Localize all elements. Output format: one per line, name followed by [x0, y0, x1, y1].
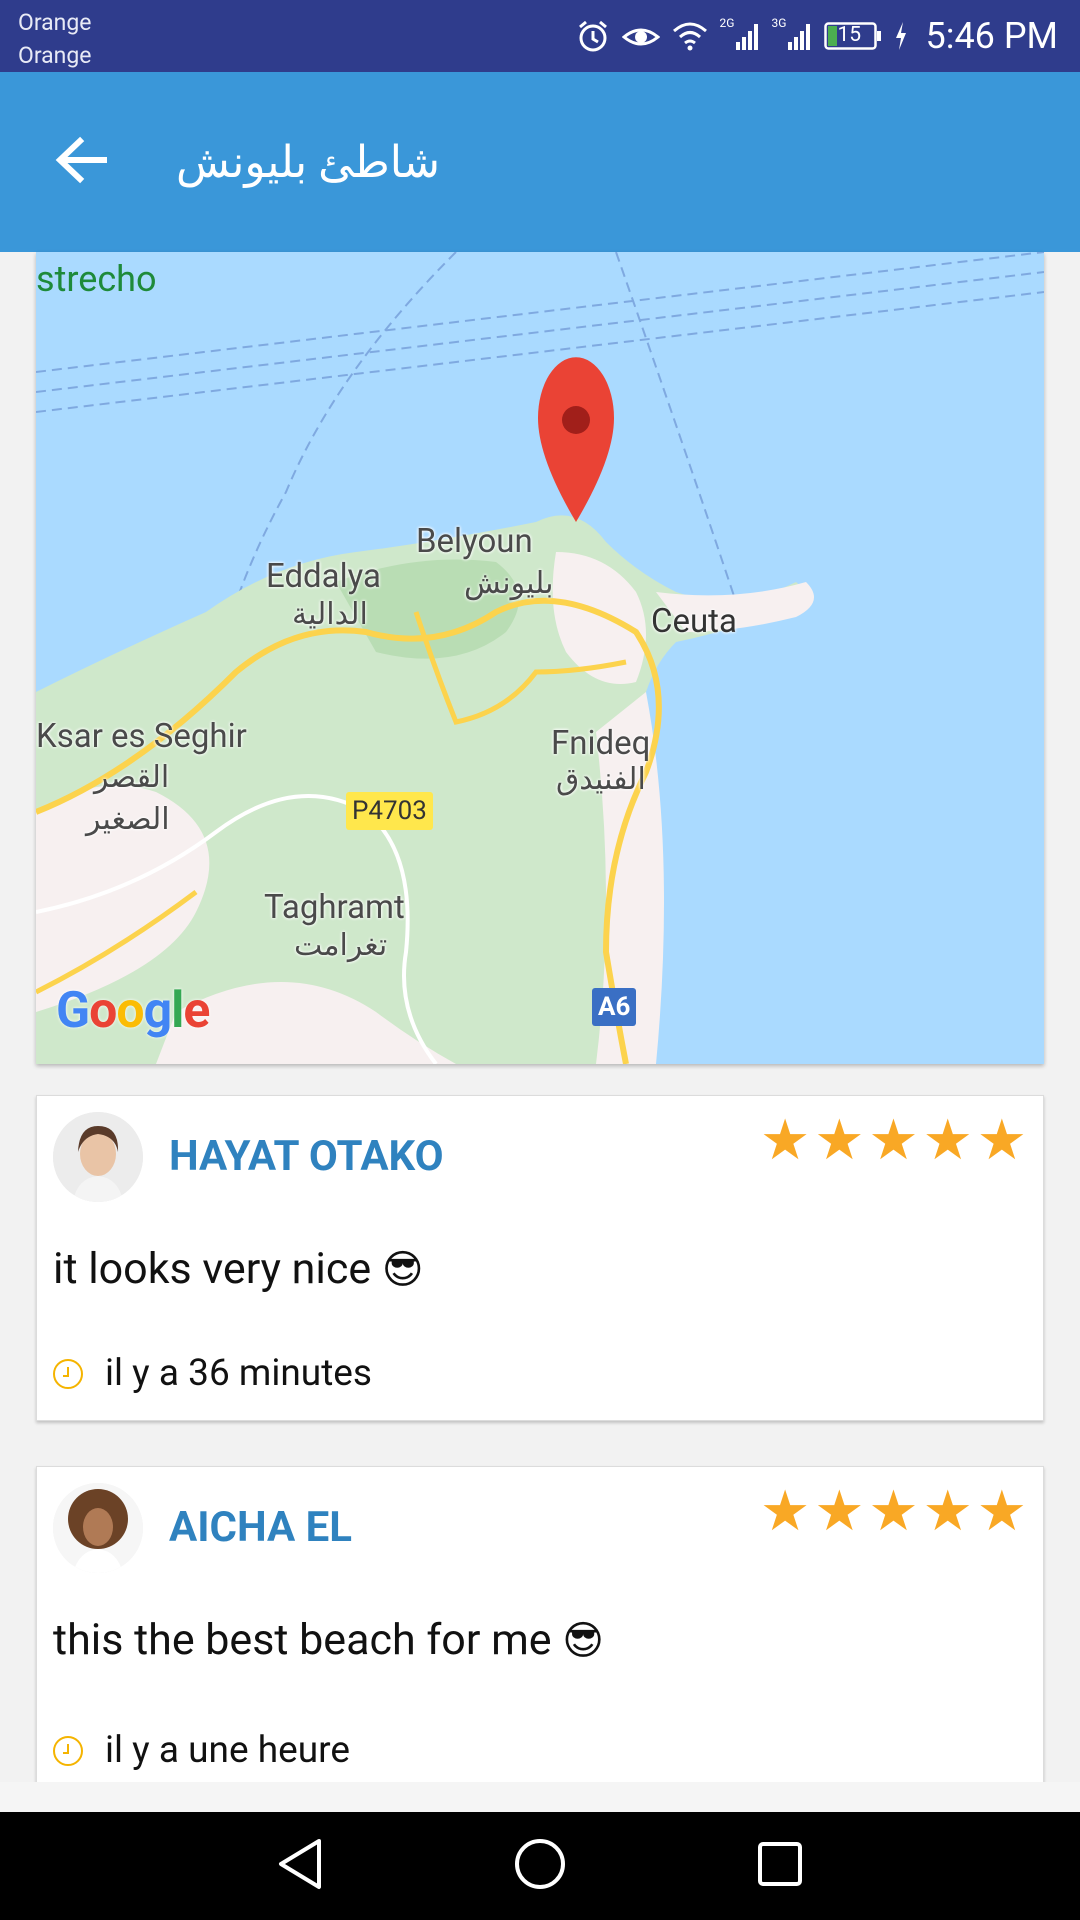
- status-bar: Orange Orange 2G 3G 15 5:46 PM: [0, 0, 1080, 72]
- carrier-labels: Orange Orange: [18, 6, 92, 72]
- reviewer-name[interactable]: HAYAT OTAKO: [169, 1132, 444, 1181]
- review-time: il y a 36 minutes: [53, 1352, 372, 1395]
- google-logo-letter: G: [56, 982, 90, 1040]
- map-label-ksar-ar-1: القصر: [94, 760, 170, 795]
- review-card: HAYAT OTAKO ★ ★ ★ ★ ★ it looks very nice…: [36, 1095, 1044, 1421]
- star-icon: ★: [868, 1478, 919, 1544]
- google-logo: Google: [56, 982, 210, 1040]
- clock-icon: [53, 1735, 83, 1766]
- wifi-icon: [672, 21, 708, 51]
- nav-recents-button[interactable]: [660, 1812, 900, 1920]
- avatar[interactable]: [53, 1112, 143, 1202]
- map-label-belyounech: Belyoun: [416, 522, 533, 561]
- battery-icon: 15: [823, 22, 882, 50]
- charging-icon: [894, 22, 908, 50]
- map-label-eddalya-ar: الدالية: [292, 597, 368, 632]
- app-bar: شاطئ بليونش: [0, 72, 1080, 252]
- google-logo-letter: o: [116, 982, 144, 1040]
- star-icon: ★: [976, 1478, 1027, 1544]
- star-icon: ★: [922, 1107, 973, 1173]
- map-view[interactable]: strecho Belyoun بليونش Eddalya الدالية C…: [36, 252, 1044, 1064]
- nav-back-button[interactable]: [180, 1812, 420, 1920]
- carrier-1: Orange: [18, 9, 92, 36]
- back-button[interactable]: [38, 122, 124, 202]
- nav-back-icon: [275, 1837, 325, 1895]
- content-bottom-edge: [0, 1782, 1080, 1812]
- map-canvas: [36, 252, 1044, 1064]
- star-icon: ★: [759, 1478, 811, 1544]
- review-time: il y a une heure: [53, 1729, 350, 1772]
- reviewer-name[interactable]: AICHA EL: [169, 1503, 352, 1552]
- page-title: شاطئ بليونش: [176, 136, 441, 188]
- status-time: 5:46 PM: [925, 15, 1059, 57]
- map-label-strait: strecho: [36, 258, 157, 300]
- sunglasses-emoji-icon: 😎: [562, 1617, 604, 1664]
- carrier-2: Orange: [18, 42, 92, 69]
- signal-1-icon: 2G: [720, 16, 760, 52]
- system-nav-bar: [0, 1812, 1080, 1920]
- avatar[interactable]: [53, 1483, 143, 1573]
- map-label-fnideq-ar: الفنيدق: [556, 762, 646, 797]
- google-logo-letter: l: [171, 982, 184, 1040]
- map-label-eddalya: Eddalya: [266, 557, 381, 596]
- star-rating: ★ ★ ★ ★ ★: [760, 1110, 1027, 1170]
- map-label-ksar-ar-2: الصغير: [86, 802, 170, 837]
- nav-home-icon: [513, 1837, 567, 1895]
- star-icon: ★: [814, 1478, 865, 1544]
- star-rating: ★ ★ ★ ★ ★: [760, 1481, 1027, 1541]
- star-icon: ★: [976, 1107, 1027, 1173]
- map-label-belyounech-ar: بليونش: [464, 566, 554, 601]
- map-label-fnideq: Fnideq: [551, 724, 651, 763]
- road-badge-a6: A6: [592, 988, 637, 1026]
- arrow-back-icon: [54, 135, 108, 189]
- clock-icon: [53, 1358, 83, 1389]
- map-label-ksar: Ksar es Seghir: [36, 717, 247, 756]
- signal-2-icon: 3G: [772, 16, 812, 52]
- nav-recents-icon: [756, 1840, 804, 1892]
- eye-comfort-icon: [621, 21, 660, 51]
- review-comment: it looks very nice 😎: [53, 1244, 424, 1294]
- star-icon: ★: [922, 1478, 973, 1544]
- status-icons: 2G 3G 15 5:46 PM: [576, 0, 1059, 72]
- road-badge-p4703: P4703: [346, 792, 433, 830]
- star-icon: ★: [759, 1107, 811, 1173]
- map-label-taghramt: Taghramt: [264, 888, 405, 927]
- sunglasses-emoji-icon: 😎: [381, 1246, 424, 1293]
- review-comment: this the best beach for me 😎: [53, 1615, 604, 1665]
- star-icon: ★: [814, 1107, 865, 1173]
- review-card: AICHA EL ★ ★ ★ ★ ★ this the best beach f…: [36, 1466, 1044, 1797]
- google-logo-letter: o: [89, 982, 117, 1040]
- map-label-ceuta: Ceuta: [651, 602, 737, 641]
- alarm-icon: [576, 19, 610, 53]
- google-logo-letter: e: [183, 982, 210, 1040]
- google-logo-letter: g: [143, 982, 173, 1040]
- map-label-taghramt-ar: تغرامت: [294, 928, 388, 963]
- nav-home-button[interactable]: [420, 1812, 660, 1920]
- star-icon: ★: [868, 1107, 919, 1173]
